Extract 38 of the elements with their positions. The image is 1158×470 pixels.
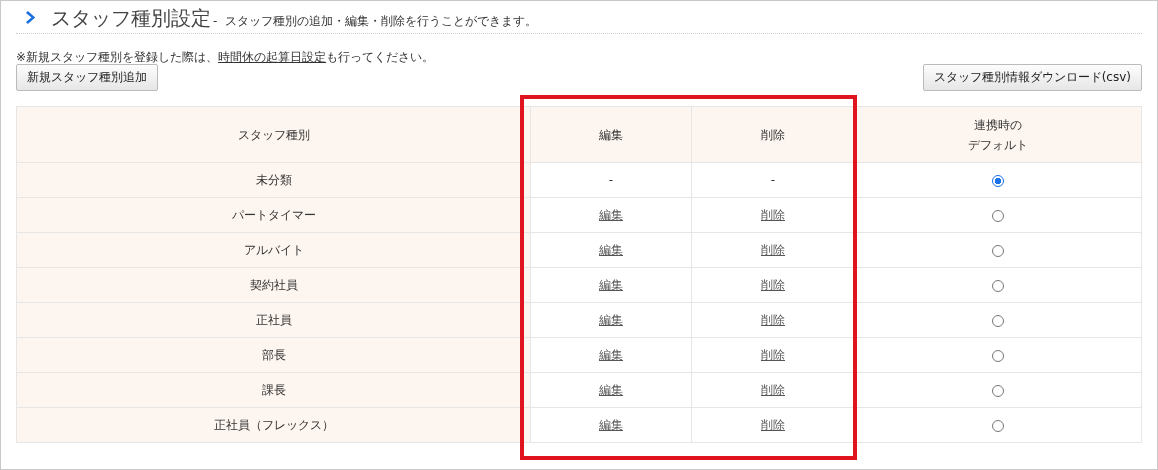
chevron-icon (26, 9, 37, 25)
table-cell: アルバイト (16, 232, 531, 268)
edit-link[interactable]: 編集 (599, 348, 623, 362)
notice-text: も行ってください。 (326, 50, 435, 64)
radio-button[interactable] (992, 174, 1004, 187)
column-header: 連携時の (974, 116, 1022, 134)
delete-link[interactable]: 削除 (761, 348, 785, 362)
edit-link[interactable]: 編集 (599, 418, 623, 432)
settings-link[interactable]: 時間休の起算日設定 (218, 50, 327, 64)
column-header: スタッフ種別 (237, 126, 310, 144)
edit-link[interactable]: 編集 (599, 208, 623, 222)
page-description: スタッフ種別の追加・編集・削除を行うことができます。 (225, 13, 538, 30)
delete-link[interactable]: 削除 (761, 313, 785, 327)
edit-link[interactable]: 編集 (599, 383, 623, 397)
download-button[interactable]: スタッフ種別情報ダウンロード(csv) (922, 64, 1142, 91)
delete-link[interactable]: 削除 (761, 278, 785, 292)
add-button[interactable]: 新規スタッフ種別追加 (16, 64, 158, 91)
column-header: 削除 (761, 126, 785, 144)
table-cell: 部長 (16, 337, 531, 373)
page-title: スタッフ種別設定 (51, 5, 211, 32)
table-cell: - (530, 162, 692, 198)
delete-link[interactable]: 削除 (761, 208, 785, 222)
table-cell: 未分類 (16, 162, 531, 198)
edit-link[interactable]: 編集 (599, 243, 623, 257)
delete-link[interactable]: 削除 (761, 418, 785, 432)
edit-link[interactable]: 編集 (599, 278, 623, 292)
column-header: 編集 (599, 126, 623, 144)
table-cell: 契約社員 (16, 267, 531, 303)
delete-link[interactable]: 削除 (761, 243, 785, 257)
table-cell: 正社員（フレックス） (16, 407, 531, 443)
notice-text: ※新規スタッフ種別を登録した際は、 (16, 50, 219, 64)
table-cell: 正社員 (16, 302, 531, 338)
column-header: デフォルト (968, 136, 1028, 154)
delete-link[interactable]: 削除 (761, 383, 785, 397)
table-cell: 課長 (16, 372, 531, 408)
table-cell: パートタイマー (16, 197, 531, 233)
separator-text: - (213, 14, 218, 28)
edit-link[interactable]: 編集 (599, 313, 623, 327)
